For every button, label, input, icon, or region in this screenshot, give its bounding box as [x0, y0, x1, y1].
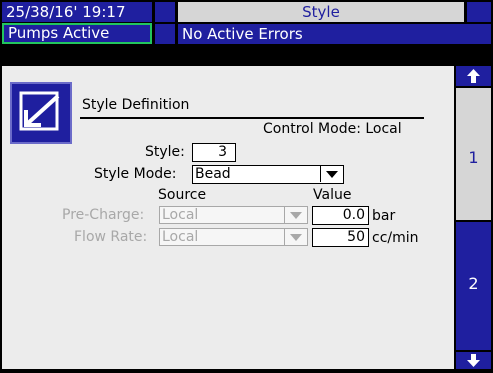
scroll-up-button[interactable]	[456, 66, 491, 86]
datetime-display: 25/38/16' 19:17	[2, 2, 152, 22]
edit-button[interactable]	[10, 82, 72, 144]
pre-charge-source-dropdown	[284, 207, 307, 223]
flow-rate-source-value: Local	[162, 229, 199, 245]
up-arrow-icon	[467, 69, 480, 83]
edit-icon	[19, 91, 60, 131]
flow-rate-value: 50	[347, 229, 365, 245]
tab-2-label: 2	[468, 274, 479, 293]
screen-title: Style	[178, 2, 464, 22]
style-number-field[interactable]: 3	[192, 143, 236, 162]
style-mode-label: Style Mode:	[94, 166, 177, 182]
style-mode-value: Bead	[195, 166, 231, 182]
control-mode-label: Control Mode: Local	[263, 121, 402, 137]
chevron-down-icon	[290, 234, 302, 241]
error-status: No Active Errors	[178, 24, 491, 44]
style-number-value: 3	[218, 144, 227, 160]
tab-1[interactable]: 1	[456, 88, 491, 220]
flow-rate-value-field[interactable]: 50	[312, 228, 369, 247]
scroll-down-button[interactable]	[456, 352, 491, 369]
flow-rate-unit: cc/min	[372, 230, 419, 246]
header-spacer	[155, 2, 175, 22]
tab-2[interactable]: 2	[456, 222, 491, 350]
pre-charge-label: Pre-Charge:	[62, 207, 145, 223]
source-column-header: Source	[158, 187, 207, 203]
down-arrow-icon	[467, 354, 480, 367]
chevron-down-icon	[326, 171, 338, 178]
value-column-header: Value	[313, 187, 352, 203]
flow-rate-label: Flow Rate:	[74, 229, 148, 245]
pre-charge-value-field[interactable]: 0.0	[312, 206, 369, 225]
style-label: Style:	[145, 144, 185, 160]
status-badge: Pumps Active	[2, 23, 152, 44]
section-divider	[80, 117, 424, 119]
pre-charge-source-value: Local	[162, 207, 199, 223]
style-mode-select[interactable]: Bead	[192, 165, 344, 184]
section-title: Style Definition	[82, 97, 190, 113]
flow-rate-source-dropdown	[284, 229, 307, 245]
flow-rate-source-select: Local	[159, 228, 308, 246]
pre-charge-value: 0.0	[342, 207, 365, 223]
pre-charge-source-select: Local	[159, 206, 308, 224]
chevron-down-icon	[290, 212, 302, 219]
header-corner	[467, 2, 491, 22]
pre-charge-unit: bar	[372, 208, 396, 224]
status-spacer	[155, 24, 175, 44]
style-mode-dropdown[interactable]	[320, 166, 343, 182]
tab-1-label: 1	[468, 148, 479, 167]
